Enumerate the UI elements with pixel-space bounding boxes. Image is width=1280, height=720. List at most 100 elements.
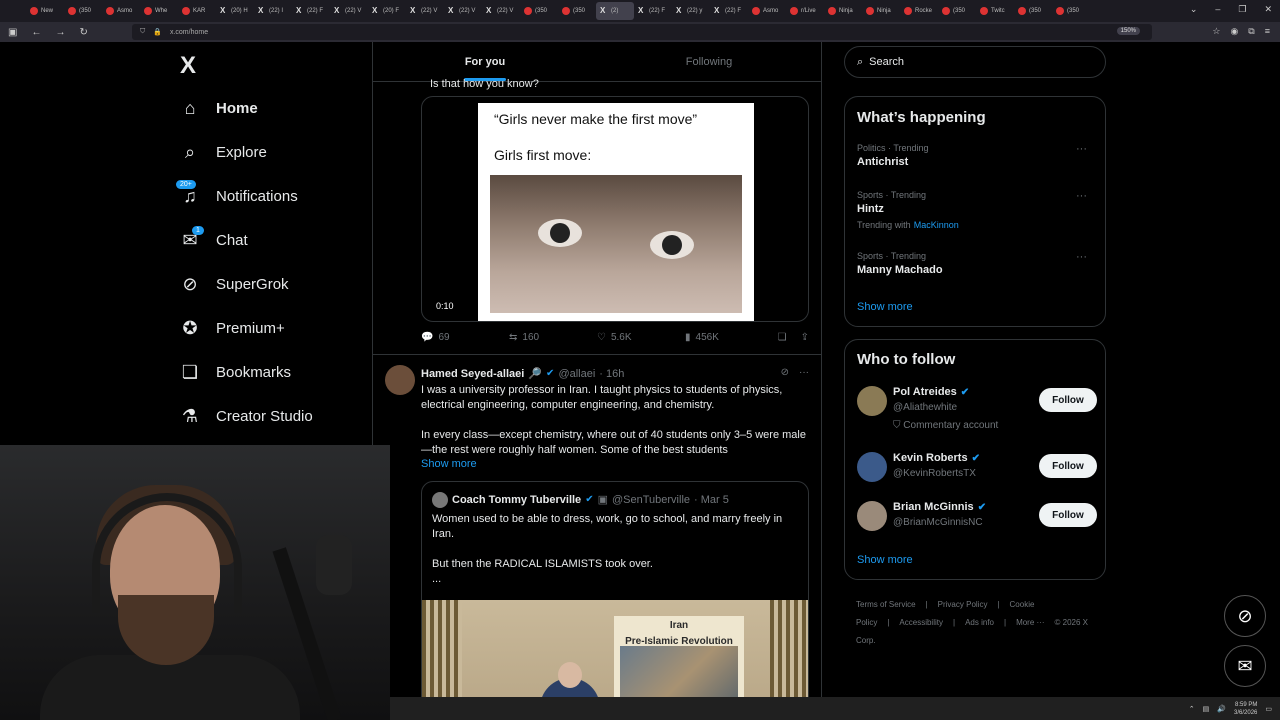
tab-following[interactable]: Following bbox=[597, 42, 821, 81]
browser-tab[interactable]: Rocke bbox=[900, 2, 938, 20]
browser-tab[interactable]: X (20) H bbox=[216, 2, 254, 20]
follow-button[interactable]: Follow bbox=[1039, 503, 1097, 527]
footer-link[interactable]: Terms of Service bbox=[856, 600, 916, 609]
browser-tab[interactable]: X (22) V bbox=[482, 2, 520, 20]
browser-tab[interactable]: X (22) F bbox=[710, 2, 748, 20]
post-time[interactable]: · 16h bbox=[599, 368, 624, 380]
follow-name[interactable]: Pol Atreides bbox=[893, 386, 957, 398]
browser-tab[interactable]: Asmo bbox=[748, 2, 786, 20]
browser-tab[interactable]: New bbox=[26, 2, 64, 20]
tray-chevron-icon[interactable]: ⌃ bbox=[1189, 705, 1195, 713]
sidebar-item-bookmarks[interactable]: ❏ Bookmarks bbox=[180, 350, 313, 394]
browser-tab[interactable]: (350 bbox=[938, 2, 976, 20]
trending-with-link[interactable]: MacKinnon bbox=[914, 220, 959, 230]
follow-suggestion[interactable]: Kevin Roberts ✔ @KevinRobertsTX Follow bbox=[857, 452, 1097, 492]
sidebar-item-supergrok[interactable]: ⊘ SuperGrok bbox=[180, 262, 313, 306]
post-video[interactable]: “Girls never make the first move” Girls … bbox=[421, 96, 809, 322]
search-input[interactable]: ⌕ Search bbox=[844, 46, 1106, 78]
grok-float-button[interactable]: ⊘ bbox=[1224, 595, 1266, 637]
network-icon[interactable]: ▤ bbox=[1203, 705, 1210, 713]
shield-icon[interactable]: ⛉ bbox=[140, 28, 145, 36]
browser-tab[interactable]: (350 bbox=[520, 2, 558, 20]
browser-tab[interactable]: X (22) V bbox=[444, 2, 482, 20]
browser-tab[interactable]: r/Live bbox=[786, 2, 824, 20]
footer-link[interactable]: Privacy Policy bbox=[938, 600, 988, 609]
sidebar-item-creator-studio[interactable]: ⚗ Creator Studio bbox=[180, 394, 313, 438]
show-more-link[interactable]: Show more bbox=[421, 458, 477, 470]
system-clock[interactable]: 8:59 PM 3/6/2026 bbox=[1234, 701, 1257, 717]
x-logo[interactable]: X bbox=[180, 52, 196, 80]
avatar[interactable] bbox=[385, 365, 415, 395]
sidebar-toggle-icon[interactable]: ▣ bbox=[8, 27, 17, 38]
close-window-icon[interactable]: ✕ bbox=[1264, 4, 1272, 15]
sidebar-item-premium[interactable]: ✪ Premium+ bbox=[180, 306, 313, 350]
trend-item[interactable]: Sports · Trending Manny Machado ··· bbox=[857, 251, 1097, 276]
grok-icon[interactable]: ⊘ bbox=[781, 367, 789, 378]
like-button[interactable]: ♡ 5.6K bbox=[597, 332, 685, 343]
trend-item[interactable]: Politics · Trending Antichrist ··· bbox=[857, 143, 1097, 168]
avatar[interactable] bbox=[857, 501, 887, 531]
quote-image[interactable]: Iran Pre-Islamic Revolution bbox=[422, 600, 808, 702]
more-icon[interactable]: ··· bbox=[799, 367, 809, 378]
menu-icon[interactable]: ≡ bbox=[1265, 26, 1270, 37]
author-name[interactable]: Hamed Seyed-allaei bbox=[421, 368, 524, 380]
browser-tab[interactable]: X (22) y bbox=[672, 2, 710, 20]
more-icon[interactable]: ··· bbox=[1076, 190, 1087, 202]
follow-suggestion[interactable]: Pol Atreides ✔ @Aliathewhite ⛉ Commentary a… bbox=[857, 386, 1097, 431]
account-icon[interactable]: ◉ bbox=[1230, 26, 1238, 37]
bookmark-icon[interactable]: ❏ bbox=[778, 332, 787, 343]
reply-button[interactable]: 💬 69 bbox=[421, 332, 509, 343]
minimize-icon[interactable]: – bbox=[1215, 4, 1220, 15]
repost-button[interactable]: ⇆ 160 bbox=[509, 332, 597, 343]
messages-float-button[interactable]: ✉ bbox=[1224, 645, 1266, 687]
browser-tab[interactable]: X (20) F bbox=[368, 2, 406, 20]
sidebar-item-chat[interactable]: ✉ 1 Chat bbox=[180, 218, 313, 262]
follow-suggestion[interactable]: Brian McGinnis ✔ @BrianMcGinnisNC Follow bbox=[857, 501, 1097, 541]
zoom-level[interactable]: 150% bbox=[1116, 27, 1140, 35]
follow-name[interactable]: Brian McGinnis bbox=[893, 501, 974, 513]
avatar[interactable] bbox=[857, 452, 887, 482]
post[interactable]: Hamed Seyed-allaei 🔎 ✔ @allaei · 16h ⊘ ·… bbox=[373, 354, 821, 702]
browser-tab[interactable]: X (22) I bbox=[254, 2, 292, 20]
browser-tab[interactable]: Ninja bbox=[862, 2, 900, 20]
tab-list-icon[interactable]: ⌄ bbox=[1190, 4, 1198, 15]
browser-tab[interactable]: Ninja bbox=[824, 2, 862, 20]
browser-tab[interactable]: X (2) bbox=[596, 2, 634, 20]
notifications-tray-icon[interactable]: ▭ bbox=[1265, 705, 1272, 713]
url-bar[interactable]: ⛉ 🔒 x.com/home bbox=[132, 24, 1152, 40]
quoted-post[interactable]: Coach Tommy Tuberville ✔ ▣ @SenTubervill… bbox=[421, 481, 809, 702]
browser-tab[interactable]: X (22) V bbox=[330, 2, 368, 20]
browser-tab[interactable]: KAR bbox=[178, 2, 216, 20]
browser-tab[interactable]: (350 bbox=[1014, 2, 1052, 20]
browser-tab[interactable]: Twitc bbox=[976, 2, 1014, 20]
author-handle[interactable]: @allaei bbox=[558, 368, 595, 380]
trend-item[interactable]: Sports · Trending Hintz Trending with Mac… bbox=[857, 190, 1097, 230]
browser-tab[interactable]: Whe bbox=[140, 2, 178, 20]
sidebar-item-notifications[interactable]: ♫ 20+ Notifications bbox=[176, 174, 313, 218]
show-more-link[interactable]: Show more bbox=[857, 554, 913, 566]
volume-icon[interactable]: 🔊 bbox=[1217, 705, 1226, 713]
footer-link[interactable]: Ads info bbox=[965, 618, 994, 627]
restore-icon[interactable]: ❐ bbox=[1238, 4, 1246, 15]
extensions-icon[interactable]: ⧉ bbox=[1248, 26, 1254, 37]
sidebar-item-home[interactable]: ⌂ Home bbox=[180, 86, 313, 130]
follow-button[interactable]: Follow bbox=[1039, 388, 1097, 412]
tab-for-you[interactable]: For you bbox=[373, 42, 597, 81]
browser-tab[interactable]: (350 bbox=[1052, 2, 1090, 20]
browser-tab[interactable]: X (22) F bbox=[634, 2, 672, 20]
footer-link[interactable]: Accessibility bbox=[899, 618, 943, 627]
more-icon[interactable]: ··· bbox=[1076, 251, 1087, 263]
back-icon[interactable]: ← bbox=[31, 27, 41, 38]
star-icon[interactable]: ☆ bbox=[1212, 26, 1220, 37]
avatar[interactable] bbox=[857, 386, 887, 416]
share-icon[interactable]: ⇪ bbox=[801, 332, 809, 343]
forward-icon[interactable]: → bbox=[55, 27, 65, 38]
show-more-link[interactable]: Show more bbox=[857, 301, 913, 313]
views-button[interactable]: ▮ 456K bbox=[685, 332, 773, 343]
more-icon[interactable]: ··· bbox=[1076, 143, 1087, 155]
browser-tab[interactable]: (350 bbox=[558, 2, 596, 20]
browser-tab[interactable]: X (22) V bbox=[406, 2, 444, 20]
browser-tab[interactable]: (350 bbox=[64, 2, 102, 20]
reload-icon[interactable]: ↻ bbox=[79, 27, 87, 38]
browser-tab[interactable]: Asmo bbox=[102, 2, 140, 20]
